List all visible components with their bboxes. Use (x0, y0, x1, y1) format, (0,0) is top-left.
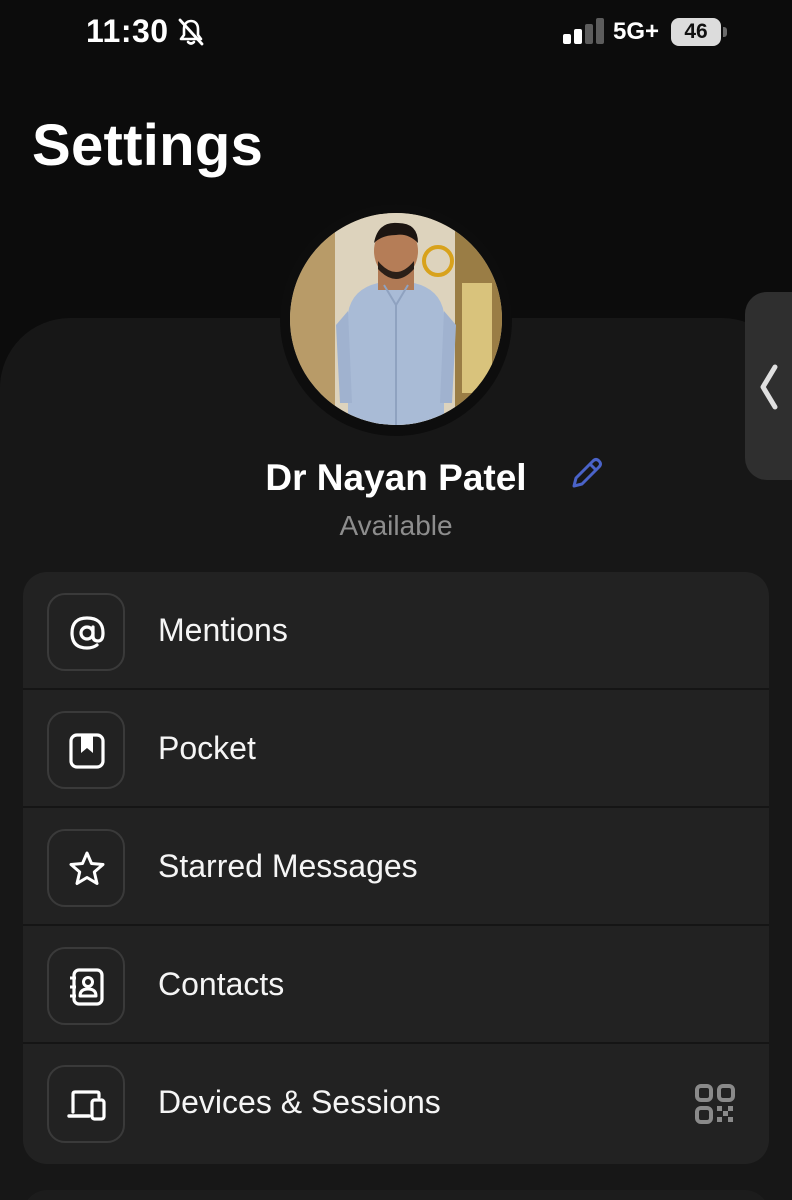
contacts-book-icon (70, 968, 104, 1006)
page-title: Settings (32, 113, 264, 178)
avatar[interactable] (290, 213, 502, 425)
chevron-left-icon (760, 364, 778, 410)
menu-icon-box (47, 947, 125, 1025)
menu-icon-box (47, 1065, 125, 1143)
network-type: 5G+ (613, 18, 660, 45)
menu-icon-box (47, 829, 125, 907)
signal-icon (563, 18, 604, 44)
menu-item-starred-messages[interactable]: Starred Messages (23, 808, 769, 926)
at-icon (70, 616, 105, 650)
battery-tip (723, 27, 727, 37)
menu-icon-box (47, 593, 125, 671)
bookmark-icon (69, 733, 105, 769)
battery-level: 46 (671, 18, 721, 46)
menu-item-contacts[interactable]: Contacts (23, 926, 769, 1044)
menu-item-devices-sessions[interactable]: Devices & Sessions (23, 1044, 769, 1162)
menu-item-label: Pocket (158, 730, 256, 766)
menu-item-mentions[interactable]: Mentions (23, 572, 769, 690)
avatar-photo (290, 213, 502, 425)
profile-status: Available (339, 510, 453, 541)
menu-item-label: Starred Messages (158, 848, 418, 884)
settings-menu: Mentions Pocket Starred Messages Contact… (23, 572, 769, 1164)
star-icon (69, 851, 105, 885)
devices-icon (67, 1090, 106, 1121)
side-panel-handle[interactable] (745, 292, 792, 480)
menu-item-label: Mentions (158, 612, 288, 648)
menu-item-label: Devices & Sessions (158, 1084, 441, 1120)
menu-item-label: Contacts (158, 966, 285, 1002)
qr-code-icon[interactable] (695, 1084, 735, 1124)
menu-item-pocket[interactable]: Pocket (23, 690, 769, 808)
pencil-icon[interactable] (566, 454, 606, 494)
status-bar: 11:30 5G+ 46 (0, 0, 792, 64)
menu-icon-box (47, 711, 125, 789)
status-time: 11:30 (86, 13, 169, 49)
battery-icon: 46 (671, 18, 727, 46)
bell-slash-icon (178, 18, 204, 46)
next-section-card (23, 1190, 769, 1200)
profile-name: Dr Nayan Patel (265, 457, 527, 498)
